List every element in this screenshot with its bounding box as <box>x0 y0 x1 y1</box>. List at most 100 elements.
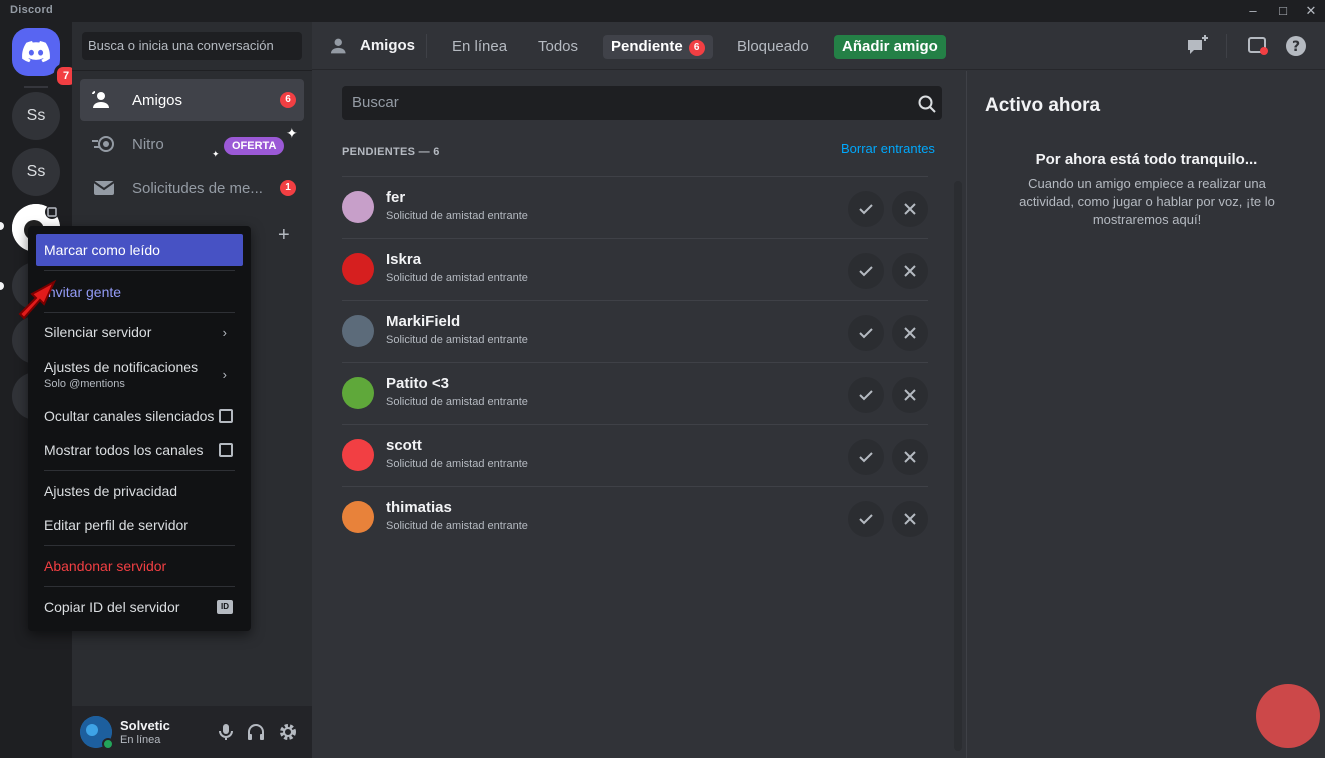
maximize-button[interactable]: □ <box>1268 0 1298 22</box>
decline-request-button[interactable] <box>892 191 928 227</box>
header-divider-2 <box>1226 34 1227 58</box>
microphone-icon[interactable] <box>216 722 236 742</box>
user-panel: Solvetic En línea <box>72 706 312 758</box>
nav-message-requests[interactable]: Solicitudes de me... 1 <box>80 167 304 209</box>
friend-avatar <box>342 191 374 223</box>
svg-text:?: ? <box>1292 39 1300 55</box>
checkbox-icon[interactable] <box>219 409 233 423</box>
conversation-search-button[interactable]: Busca o inicia una conversación <box>82 32 302 60</box>
tab-pending[interactable]: Pendiente 6 <box>603 35 713 59</box>
active-now-panel: Activo ahora Por ahora está todo tranqui… <box>966 71 1325 758</box>
decline-request-button[interactable] <box>892 377 928 413</box>
menu-mute-server[interactable]: Silenciar servidor › <box>36 316 243 348</box>
help-icon[interactable]: ? <box>1284 34 1308 58</box>
menu-hide-muted-label: Ocultar canales silenciados <box>44 408 215 424</box>
menu-separator <box>44 270 235 271</box>
close-icon <box>904 451 916 463</box>
friends-header-icon <box>330 36 352 61</box>
tab-pending-label: Pendiente <box>611 38 683 55</box>
menu-invite-people[interactable]: Invitar gente <box>36 276 243 308</box>
nav-nitro[interactable]: Nitro OFERTA ✦ ✦ <box>80 123 304 165</box>
friend-request-type: Solicitud de amistad entrante <box>386 210 528 222</box>
table-row[interactable]: thimatias Solicitud de amistad entrante <box>342 486 928 548</box>
tab-blocked[interactable]: Bloqueado <box>729 35 817 59</box>
scrollbar[interactable] <box>954 181 962 751</box>
menu-mute-label: Silenciar servidor <box>44 324 152 340</box>
close-icon <box>904 327 916 339</box>
table-row[interactable]: scott Solicitud de amistad entrante <box>342 424 928 486</box>
table-row[interactable]: Patito <3 Solicitud de amistad entrante <box>342 362 928 424</box>
clear-incoming-link[interactable]: Borrar entrantes <box>841 141 935 156</box>
accept-request-button[interactable] <box>848 315 884 351</box>
red-arrow-annotation <box>18 279 57 320</box>
accept-request-button[interactable] <box>848 253 884 289</box>
decline-request-button[interactable] <box>892 439 928 475</box>
checkbox-icon[interactable] <box>219 443 233 457</box>
active-now-heading: Por ahora está todo tranquilo... <box>1035 151 1258 168</box>
decline-request-button[interactable] <box>892 253 928 289</box>
gear-icon[interactable] <box>278 722 298 742</box>
online-status-icon <box>102 738 114 750</box>
accept-request-button[interactable] <box>848 439 884 475</box>
inbox-icon[interactable] <box>1246 34 1270 58</box>
menu-show-all-label: Mostrar todos los canales <box>44 442 204 458</box>
friend-request-type: Solicitud de amistad entrante <box>386 520 528 532</box>
user-status: En línea <box>120 734 161 746</box>
header-divider <box>426 34 427 58</box>
headphones-icon[interactable] <box>246 722 266 742</box>
menu-mark-read[interactable]: Marcar como leído <box>36 234 243 266</box>
menu-show-all-channels[interactable]: Mostrar todos los canales <box>36 434 243 466</box>
menu-separator <box>44 586 235 587</box>
app-name: Discord <box>10 4 54 16</box>
accept-request-button[interactable] <box>848 377 884 413</box>
close-window-button[interactable]: ✕ <box>1296 0 1325 22</box>
table-row[interactable]: fer Solicitud de amistad entrante <box>342 176 928 238</box>
menu-privacy-settings[interactable]: Ajustes de privacidad <box>36 475 243 507</box>
menu-notification-settings[interactable]: Ajustes de notificaciones Solo @mentions › <box>36 352 243 396</box>
decline-request-button[interactable] <box>892 501 928 537</box>
minimize-button[interactable]: – <box>1238 0 1268 22</box>
tab-pending-badge: 6 <box>688 40 705 56</box>
server-ss-1[interactable]: Ss <box>12 92 60 140</box>
menu-edit-server-profile[interactable]: Editar perfil de servidor <box>36 509 243 541</box>
sparkle-icon: ✦ <box>286 125 298 141</box>
main-content: Amigos En línea Todos Pendiente 6 Bloquea… <box>312 22 1325 758</box>
friends-icon <box>92 88 116 112</box>
add-friend-button[interactable]: Añadir amigo <box>834 35 946 59</box>
check-icon <box>859 266 873 277</box>
accept-request-button[interactable] <box>848 191 884 227</box>
check-icon <box>859 452 873 463</box>
close-icon <box>904 265 916 277</box>
friend-avatar <box>342 315 374 347</box>
tab-all[interactable]: Todos <box>530 35 586 59</box>
active-now-text: Cuando un amigo empiece a realizar una a… <box>1019 176 1275 227</box>
friend-request-type: Solicitud de amistad entrante <box>386 334 528 346</box>
id-icon: ID <box>217 600 233 614</box>
nav-friends[interactable]: Amigos 6 <box>80 79 304 121</box>
check-icon <box>859 328 873 339</box>
menu-leave-server[interactable]: Abandonar servidor <box>36 550 243 582</box>
decline-request-button[interactable] <box>892 315 928 351</box>
menu-separator <box>44 470 235 471</box>
friend-name: scott <box>386 437 422 454</box>
menu-copy-server-id[interactable]: Copiar ID del servidor ID <box>36 591 243 623</box>
pending-list-area: Buscar PENDIENTES — 6 Borrar entrantes f… <box>312 71 966 758</box>
menu-notif-label: Ajustes de notificaciones <box>44 358 199 375</box>
table-row[interactable]: Iskra Solicitud de amistad entrante <box>342 238 928 300</box>
envelope-icon <box>92 176 116 200</box>
friend-request-type: Solicitud de amistad entrante <box>386 458 528 470</box>
tab-online[interactable]: En línea <box>444 35 515 59</box>
server-ss-2[interactable]: Ss <box>12 148 60 196</box>
table-row[interactable]: MarkiField Solicitud de amistad entrante <box>342 300 928 362</box>
nitro-icon <box>92 132 116 156</box>
friends-search-input[interactable]: Buscar <box>342 86 942 120</box>
friend-avatar <box>342 439 374 471</box>
home-button[interactable]: 7 <box>12 28 78 88</box>
create-dm-button[interactable]: + <box>278 224 290 247</box>
friend-avatar <box>342 501 374 533</box>
menu-hide-muted-channels[interactable]: Ocultar canales silenciados <box>36 400 243 432</box>
friend-name: thimatias <box>386 499 452 516</box>
accept-request-button[interactable] <box>848 501 884 537</box>
username: Solvetic <box>120 718 170 733</box>
new-group-dm-icon[interactable] <box>1186 34 1210 58</box>
